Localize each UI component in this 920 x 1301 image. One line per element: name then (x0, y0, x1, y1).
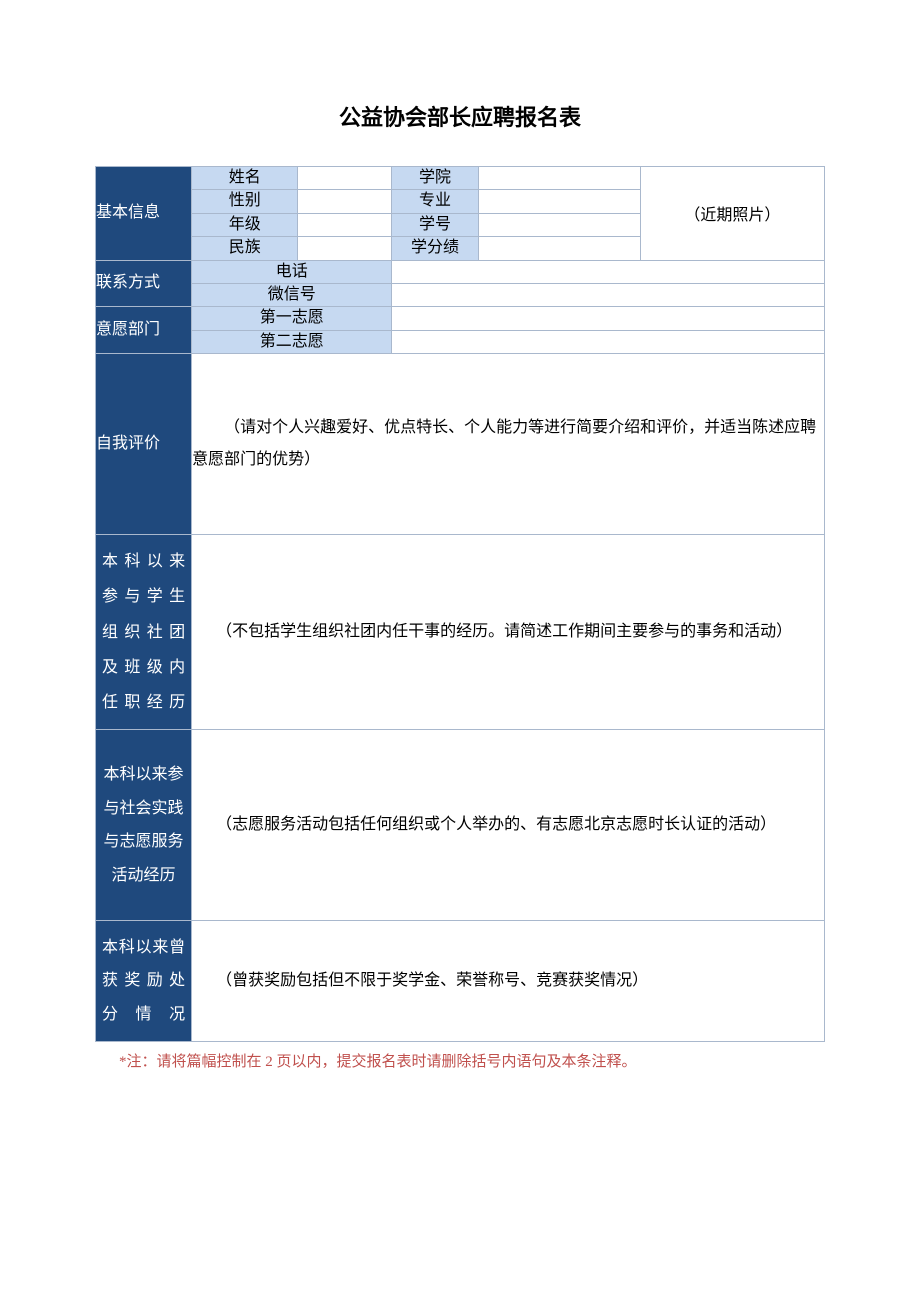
label-first-wish: 第一志愿 (192, 307, 392, 330)
value-phone[interactable] (392, 260, 825, 283)
awards-text[interactable]: （曾获奖励包括但不限于奖学金、荣誉称号、竞赛获奖情况） (192, 921, 825, 1042)
section-volunteer-head: 本科以来参与社会实践与志愿服务活动经历 (96, 730, 192, 921)
value-name[interactable] (298, 167, 392, 190)
label-phone: 电话 (192, 260, 392, 283)
label-ethnic: 民族 (192, 237, 298, 260)
value-first-wish[interactable] (392, 307, 825, 330)
label-second-wish: 第二志愿 (192, 330, 392, 353)
application-form: 基本信息 姓名 学院 （近期照片） 性别 专业 年级 学号 民族 学分绩 联 (95, 166, 825, 1042)
selfeval-text[interactable]: （请对个人兴趣爱好、优点特长、个人能力等进行简要介绍和评价，并适当陈述应聘意愿部… (192, 354, 825, 535)
value-major[interactable] (478, 190, 640, 213)
label-college: 学院 (392, 167, 478, 190)
label-grade: 年级 (192, 213, 298, 236)
value-second-wish[interactable] (392, 330, 825, 353)
form-note: *注：请将篇幅控制在 2 页以内，提交报名表时请删除括号内语句及本条注释。 (95, 1042, 825, 1074)
label-name: 姓名 (192, 167, 298, 190)
page-title: 公益协会部长应聘报名表 (95, 100, 825, 132)
label-stuno: 学号 (392, 213, 478, 236)
label-gpa: 学分绩 (392, 237, 478, 260)
volunteer-text[interactable]: （志愿服务活动包括任何组织或个人举办的、有志愿北京志愿时长认证的活动） (192, 730, 825, 921)
value-college[interactable] (478, 167, 640, 190)
value-gpa[interactable] (478, 237, 640, 260)
section-wish-head: 意愿部门 (96, 307, 192, 354)
section-awards-head: 本科以来曾 获 奖 励 处分情况 (96, 921, 192, 1042)
label-gender: 性别 (192, 190, 298, 213)
section-contact-head: 联系方式 (96, 260, 192, 307)
value-stuno[interactable] (478, 213, 640, 236)
section-experience-head: 本 科 以 来 参 与 学 生 组 织 社 团 及 班 级 内 任职经历 (96, 535, 192, 730)
section-basic-head: 基本信息 (96, 167, 192, 261)
label-wechat: 微信号 (192, 283, 392, 306)
value-wechat[interactable] (392, 283, 825, 306)
section-selfeval-head: 自我评价 (96, 354, 192, 535)
value-ethnic[interactable] (298, 237, 392, 260)
label-major: 专业 (392, 190, 478, 213)
value-grade[interactable] (298, 213, 392, 236)
value-gender[interactable] (298, 190, 392, 213)
experience-text[interactable]: （不包括学生组织社团内任干事的经历。请简述工作期间主要参与的事务和活动） (192, 535, 825, 730)
photo-placeholder: （近期照片） (640, 167, 824, 261)
